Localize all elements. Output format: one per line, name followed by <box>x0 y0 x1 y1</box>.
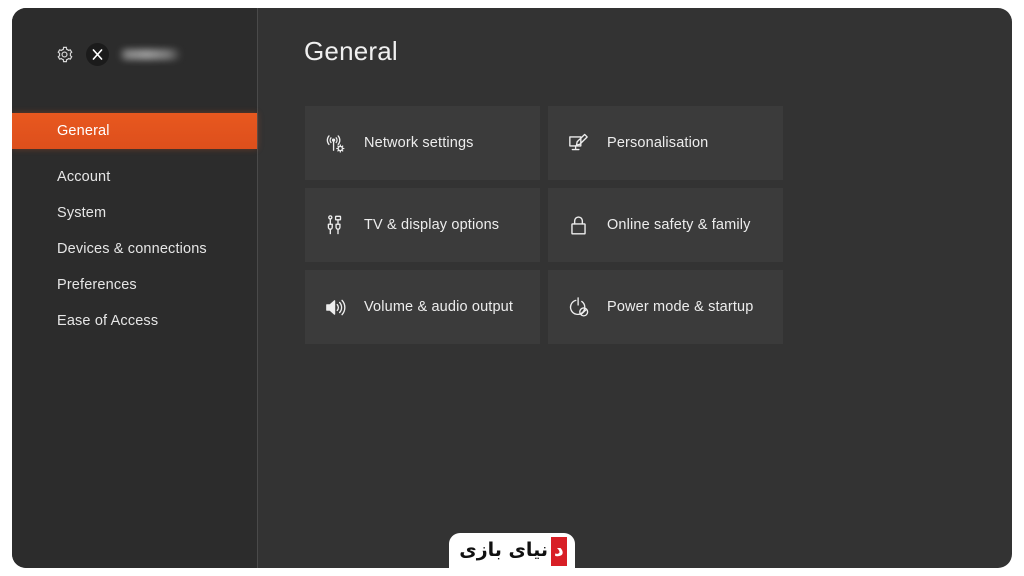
content-area: General Network settings Personalisation… <box>258 8 1012 568</box>
xbox-avatar-icon[interactable] <box>86 43 109 66</box>
watermark-logo: د نیای بازی <box>457 537 567 566</box>
sidebar-item-label: Preferences <box>57 277 137 293</box>
tile-online-safety-family[interactable]: Online safety & family <box>548 188 783 262</box>
sidebar-item-general[interactable]: General <box>12 113 257 149</box>
sidebar-item-devices-connections[interactable]: Devices & connections <box>12 231 257 267</box>
sidebar-item-account[interactable]: Account <box>12 159 257 195</box>
power-leaf-icon <box>565 294 591 320</box>
sidebar-item-label: Account <box>57 169 111 185</box>
tile-label: TV & display options <box>364 217 500 233</box>
tile-label: Power mode & startup <box>607 299 754 315</box>
sidebar-item-ease-of-access[interactable]: Ease of Access <box>12 303 257 339</box>
tile-power-mode-startup[interactable]: Power mode & startup <box>548 270 783 344</box>
tile-label: Volume & audio output <box>364 299 514 315</box>
sidebar-item-preferences[interactable]: Preferences <box>12 267 257 303</box>
settings-tile-grid: Network settings Personalisation TV & di… <box>305 106 783 344</box>
tile-tv-display-options[interactable]: TV & display options <box>305 188 540 262</box>
sidebar-nav: General Account System Devices & connect… <box>12 113 257 339</box>
sidebar-item-label: Devices & connections <box>57 241 207 257</box>
network-antenna-gear-icon <box>322 130 348 156</box>
sidebar-item-system[interactable]: System <box>12 195 257 231</box>
tile-label: Network settings <box>364 135 474 151</box>
tile-label: Online safety & family <box>607 217 751 233</box>
sidebar-item-label: General <box>57 123 110 139</box>
monitor-pencil-icon <box>565 130 591 156</box>
sidebar-item-label: System <box>57 205 107 221</box>
sidebar-item-label: Ease of Access <box>57 313 159 329</box>
tile-label: Personalisation <box>607 135 709 151</box>
padlock-icon <box>565 212 591 238</box>
hdmi-connector-icon <box>322 212 348 238</box>
watermark-badge: د نیای بازی <box>449 533 575 576</box>
page-title: General <box>304 36 398 66</box>
tile-volume-audio-output[interactable]: Volume & audio output <box>305 270 540 344</box>
tile-personalisation[interactable]: Personalisation <box>548 106 783 180</box>
sidebar-header <box>12 8 257 101</box>
gamertag-label <box>119 49 181 60</box>
sidebar: General Account System Devices & connect… <box>12 8 258 568</box>
speaker-waves-icon <box>322 294 348 320</box>
gear-icon[interactable] <box>55 45 74 64</box>
watermark-text: نیای بازی <box>459 539 548 561</box>
screen-root: General Account System Devices & connect… <box>0 0 1024 576</box>
tile-network-settings[interactable]: Network settings <box>305 106 540 180</box>
watermark-badge-letter: د <box>550 537 567 566</box>
console-settings-panel: General Account System Devices & connect… <box>12 8 1012 568</box>
